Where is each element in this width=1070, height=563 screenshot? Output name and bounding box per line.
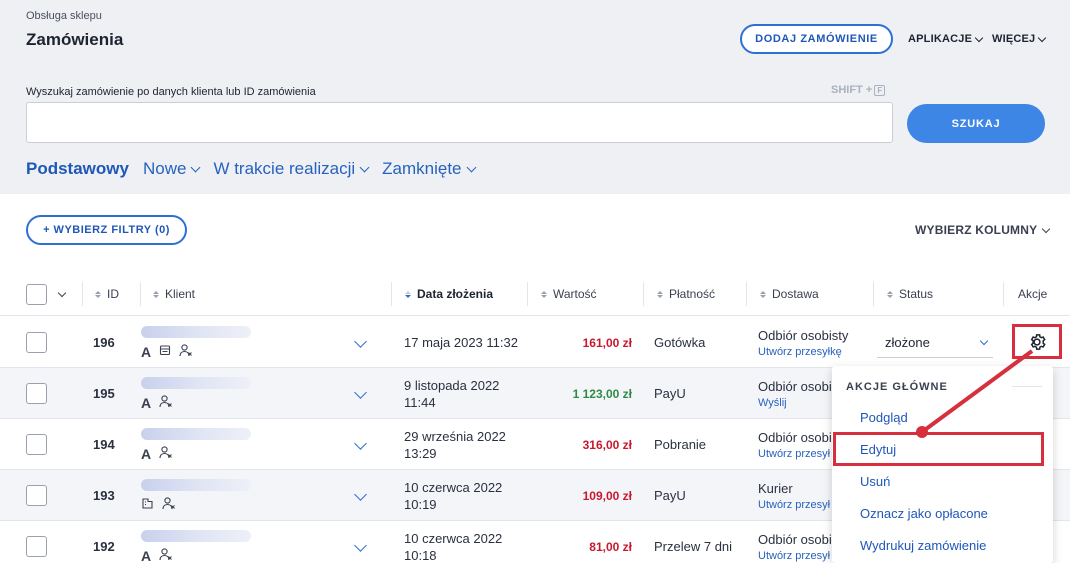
annotation-line xyxy=(920,349,1034,434)
annotation-arrow xyxy=(916,349,1034,438)
annotation-dot xyxy=(916,426,928,438)
